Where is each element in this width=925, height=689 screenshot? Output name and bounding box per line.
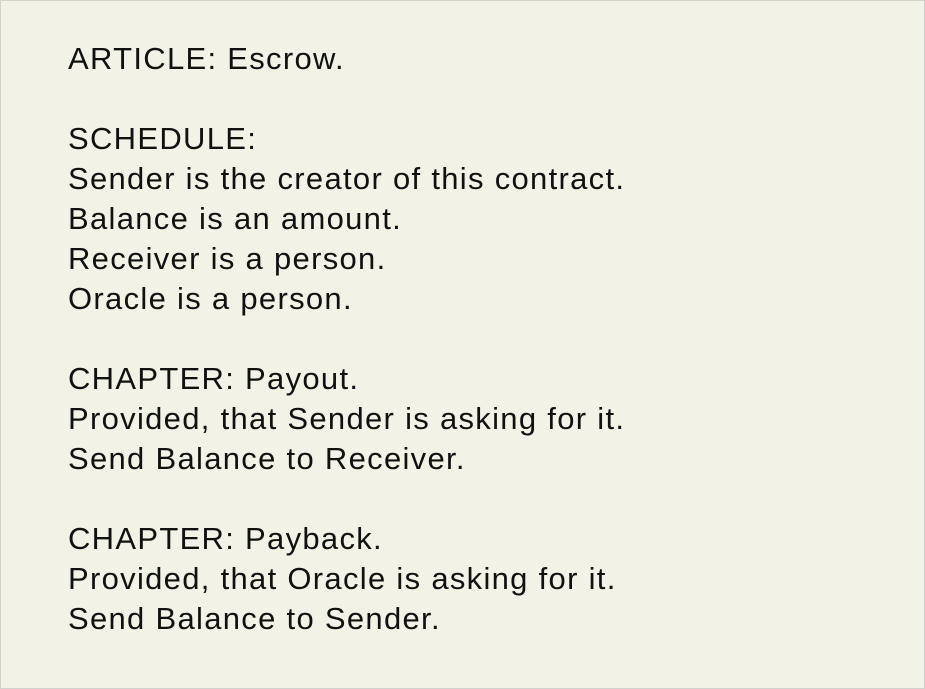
- chapter-payback-line: Send Balance to Sender.: [68, 601, 441, 636]
- schedule-heading: SCHEDULE:: [68, 121, 258, 156]
- contract-text: ARTICLE: Escrow. SCHEDULE: Sender is the…: [68, 39, 625, 639]
- chapter-payback-heading: CHAPTER: Payback.: [68, 521, 383, 556]
- schedule-line: Sender is the creator of this contract.: [68, 161, 626, 196]
- chapter-payout-line: Send Balance to Receiver.: [68, 441, 466, 476]
- chapter-payback-line: Provided, that Oracle is asking for it.: [68, 561, 617, 596]
- schedule-line: Oracle is a person.: [68, 281, 353, 316]
- schedule-line: Balance is an amount.: [68, 201, 403, 236]
- schedule-line: Receiver is a person.: [68, 241, 387, 276]
- chapter-payout-heading: CHAPTER: Payout.: [68, 361, 360, 396]
- chapter-payout-line: Provided, that Sender is asking for it.: [68, 401, 626, 436]
- article-heading: ARTICLE: Escrow.: [68, 41, 345, 76]
- document-page: ARTICLE: Escrow. SCHEDULE: Sender is the…: [0, 0, 925, 689]
